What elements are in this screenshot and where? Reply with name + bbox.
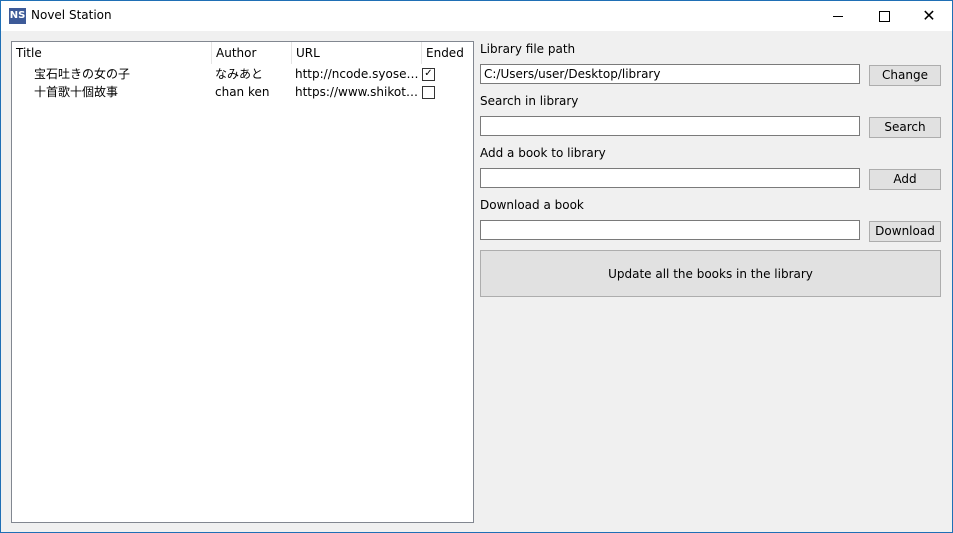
book-title: 宝石吐きの女の子 bbox=[34, 67, 131, 81]
download-button[interactable]: Download bbox=[869, 221, 941, 242]
book-url: https://www.shikoto.... bbox=[295, 85, 419, 99]
column-header-ended[interactable]: Ended bbox=[422, 42, 473, 64]
add-book-input[interactable] bbox=[480, 168, 860, 188]
library-path-label: Library file path bbox=[480, 42, 576, 56]
download-label: Download a book bbox=[480, 198, 584, 212]
table-row[interactable]: 十首歌十個故事 chan ken https://www.shikoto.... bbox=[12, 84, 473, 102]
add-book-label: Add a book to library bbox=[480, 146, 606, 160]
column-header-url[interactable]: URL bbox=[292, 42, 422, 64]
column-header-title[interactable]: Title bbox=[12, 42, 212, 64]
book-list-header: Title Author URL Ended bbox=[12, 42, 473, 64]
main-window: NS Novel Station ✕ Title Author URL Ende… bbox=[0, 0, 953, 533]
minimize-button[interactable] bbox=[815, 1, 861, 31]
minimize-icon bbox=[833, 15, 843, 17]
table-row[interactable]: 宝石吐きの女の子 なみあと http://ncode.syosetu.... ✓ bbox=[12, 66, 473, 84]
library-path-input[interactable] bbox=[480, 64, 860, 84]
window-title: Novel Station bbox=[31, 8, 112, 22]
close-icon: ✕ bbox=[922, 6, 936, 25]
book-url: http://ncode.syosetu.... bbox=[295, 67, 419, 81]
maximize-icon bbox=[878, 10, 890, 22]
book-author: chan ken bbox=[215, 85, 270, 99]
change-button[interactable]: Change bbox=[869, 65, 941, 86]
book-author: なみあと bbox=[215, 67, 264, 81]
search-label: Search in library bbox=[480, 94, 579, 108]
search-input[interactable] bbox=[480, 116, 860, 136]
update-all-label: Update all the books in the library bbox=[608, 266, 813, 281]
app-icon: NS bbox=[9, 8, 26, 24]
book-list[interactable]: Title Author URL Ended 宝石吐きの女の子 なみあと htt… bbox=[11, 41, 474, 523]
book-title: 十首歌十個故事 bbox=[34, 85, 119, 99]
title-bar: NS Novel Station ✕ bbox=[1, 1, 952, 31]
maximize-button[interactable] bbox=[861, 1, 907, 31]
ended-checkbox[interactable]: ✓ bbox=[422, 68, 435, 81]
update-all-button[interactable]: Update all the books in the library bbox=[480, 250, 941, 297]
download-input[interactable] bbox=[480, 220, 860, 240]
ended-checkbox[interactable] bbox=[422, 86, 435, 99]
column-header-author[interactable]: Author bbox=[212, 42, 292, 64]
search-button[interactable]: Search bbox=[869, 117, 941, 138]
add-button[interactable]: Add bbox=[869, 169, 941, 190]
close-button[interactable]: ✕ bbox=[906, 1, 952, 31]
